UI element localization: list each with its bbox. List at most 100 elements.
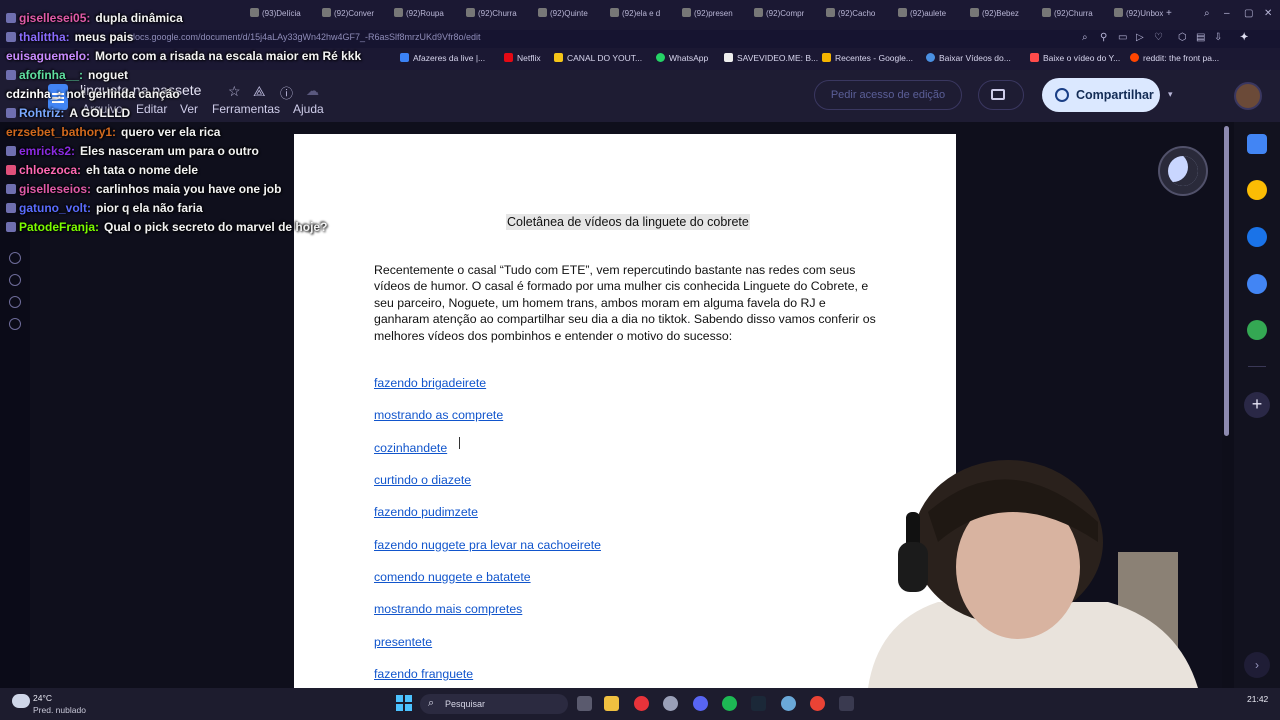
cloud-icon[interactable] <box>12 694 30 708</box>
windows-start-icon[interactable] <box>396 695 412 711</box>
details-icon[interactable]: ⓘ <box>280 83 293 102</box>
pin-icon[interactable]: ⚲ <box>1100 32 1107 43</box>
zoom-icon[interactable]: ⌕ <box>1082 32 1088 43</box>
scrollbar[interactable] <box>1224 126 1229 436</box>
discord-icon[interactable] <box>693 696 708 711</box>
chat-message: thalittha: meus pais <box>6 30 133 44</box>
taskbar-search[interactable] <box>420 694 568 714</box>
video-link[interactable]: fazendo brigadeirete <box>374 376 486 390</box>
document-page[interactable]: Coletânea de vídeos da linguete do cobre… <box>294 134 956 688</box>
video-link[interactable]: presentete <box>374 635 432 649</box>
browser-app-icon[interactable] <box>781 696 796 711</box>
favorite-icon[interactable]: ♡ <box>1154 32 1163 43</box>
steam-icon[interactable] <box>751 696 766 711</box>
star-icon[interactable]: ☆ <box>228 83 241 100</box>
browser-tab[interactable]: (92)presen <box>682 8 733 24</box>
video-link[interactable]: mostrando as comprete <box>374 408 503 422</box>
cloud-status-icon: ☁ <box>306 83 319 98</box>
downloads-icon[interactable]: ⇩ <box>1214 32 1222 43</box>
video-link[interactable]: fazendo nuggete pra levar na cachoeirete <box>374 538 601 552</box>
video-link[interactable]: fazendo pudimzete <box>374 505 478 519</box>
maps-icon[interactable] <box>1247 320 1267 340</box>
spotify-icon[interactable] <box>722 696 737 711</box>
browser-tab[interactable]: (92)Compr <box>754 8 804 24</box>
settings-app-icon[interactable] <box>663 696 678 711</box>
close-icon[interactable]: ✕ <box>1264 8 1272 19</box>
bookmark-item[interactable]: Baixar Vídeos do... <box>926 53 1011 63</box>
wallet-icon[interactable]: ▤ <box>1196 32 1205 43</box>
contacts-icon[interactable] <box>1247 274 1267 294</box>
video-link[interactable]: cozinhandete <box>374 441 447 455</box>
chrome-icon[interactable] <box>810 696 825 711</box>
add-icon[interactable]: + <box>1244 392 1270 418</box>
maximize-icon[interactable]: ▢ <box>1244 8 1253 19</box>
bookmark-item[interactable]: reddit: the front pa... <box>1130 53 1219 63</box>
url-text[interactable]: docs.google.com/document/d/15j4aLAy33gWn… <box>130 32 481 42</box>
clock-icon[interactable] <box>9 274 21 286</box>
browser-tab[interactable]: (92)Unbox <box>1114 8 1163 24</box>
minimize-icon[interactable]: – <box>1224 8 1230 19</box>
whatsapp-icon <box>656 53 665 62</box>
tab-favicon-icon <box>610 8 619 17</box>
play-icon[interactable]: ▷ <box>1136 32 1144 43</box>
tab-favicon-icon <box>394 8 403 17</box>
chevron-right-icon[interactable]: › <box>1244 652 1270 678</box>
meet-button[interactable] <box>978 80 1024 110</box>
browser-tab[interactable]: (93)Delícia <box>250 8 301 24</box>
bookmark-item[interactable]: SAVEVIDEO.ME: B... <box>724 53 818 63</box>
avatar[interactable] <box>1234 82 1262 110</box>
menu-view[interactable]: Ver <box>180 102 198 116</box>
history-icon[interactable] <box>9 252 21 264</box>
browser-tab[interactable]: (92)Quinte <box>538 8 588 24</box>
terminal-icon[interactable] <box>839 696 854 711</box>
weather-temperature[interactable]: 24°C <box>33 693 52 703</box>
browser-tab[interactable]: (92)Bebez <box>970 8 1019 24</box>
browser-tab[interactable]: (92)Roupa <box>394 8 444 24</box>
video-link[interactable]: mostrando mais compretes <box>374 602 522 616</box>
video-link[interactable]: fazendo franguete <box>374 667 473 681</box>
bookmark-item[interactable]: Recentes - Google... <box>822 53 913 63</box>
video-link[interactable]: curtindo o diazete <box>374 473 471 487</box>
video-camera-icon <box>991 89 1005 100</box>
menu-edit[interactable]: Editar <box>136 102 167 116</box>
menu-help[interactable]: Ajuda <box>293 102 324 116</box>
browser-tab[interactable]: (92)Conver <box>322 8 374 24</box>
keep-icon[interactable] <box>1247 180 1267 200</box>
browser-tab[interactable]: (92)ela e d <box>610 8 660 24</box>
gear-icon[interactable] <box>9 318 21 330</box>
tasks-icon[interactable] <box>1247 227 1267 247</box>
chat-message: emricks2: Eles nasceram um para o outro <box>6 144 259 158</box>
video-link[interactable]: comendo nuggete e batatete <box>374 570 531 584</box>
bookmark-item[interactable]: WhatsApp <box>656 53 708 63</box>
share-button[interactable]: Compartilhar <box>1042 78 1160 112</box>
apps-icon[interactable] <box>9 296 21 308</box>
search-tabs-icon[interactable]: ⌕ <box>1204 8 1210 19</box>
badge-icon <box>6 32 16 42</box>
new-tab-icon[interactable]: + <box>1166 8 1172 19</box>
opera-icon[interactable] <box>634 696 649 711</box>
calendar-icon[interactable] <box>1247 134 1267 154</box>
moon-icon[interactable] <box>1158 146 1208 196</box>
move-to-drive-icon[interactable]: ⟁ <box>253 83 266 100</box>
file-explorer-icon[interactable] <box>604 696 619 711</box>
request-edit-access-button[interactable]: Pedir acesso de edição <box>814 80 962 110</box>
chevron-down-icon[interactable]: ▾ <box>1168 89 1173 100</box>
tab-favicon-icon <box>466 8 475 17</box>
browser-tab[interactable]: (92)Churra <box>1042 8 1093 24</box>
browser-tab[interactable]: (92)Churra <box>466 8 517 24</box>
bookmark-item[interactable]: Baixe o vídeo do Y... <box>1030 53 1120 63</box>
bookmark-item[interactable]: Afazeres da live |... <box>400 53 485 63</box>
screenshot-icon[interactable]: ▭ <box>1118 32 1127 43</box>
taskbar-clock[interactable]: 21:42 <box>1247 694 1268 704</box>
browser-tab[interactable]: (92)aulete <box>898 8 946 24</box>
extensions-icon[interactable]: ⬡ <box>1178 32 1187 43</box>
badge-icon <box>6 184 16 194</box>
bookmark-item[interactable]: CANAL DO YOUT... <box>554 53 642 63</box>
ai-icon[interactable]: ✦ <box>1240 32 1248 43</box>
task-view-icon[interactable] <box>577 696 592 711</box>
bookmark-item[interactable]: Netflix <box>504 53 541 63</box>
weather-description[interactable]: Pred. nublado <box>33 705 86 715</box>
tab-favicon-icon <box>250 8 259 17</box>
browser-tab[interactable]: (92)Cacho <box>826 8 875 24</box>
menu-tools[interactable]: Ferramentas <box>212 102 280 116</box>
